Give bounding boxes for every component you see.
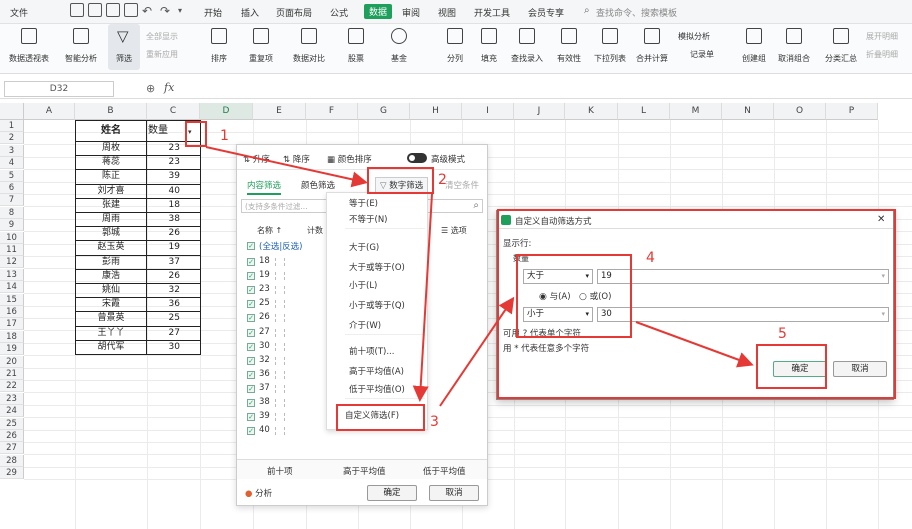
- arrow-4-to-5: [635, 321, 754, 368]
- arrow-2-to-3: [412, 193, 433, 402]
- annotation-arrows: [205, 146, 754, 407]
- arrow-1-to-2: [205, 146, 368, 188]
- arrow-3-to-4: [439, 296, 515, 407]
